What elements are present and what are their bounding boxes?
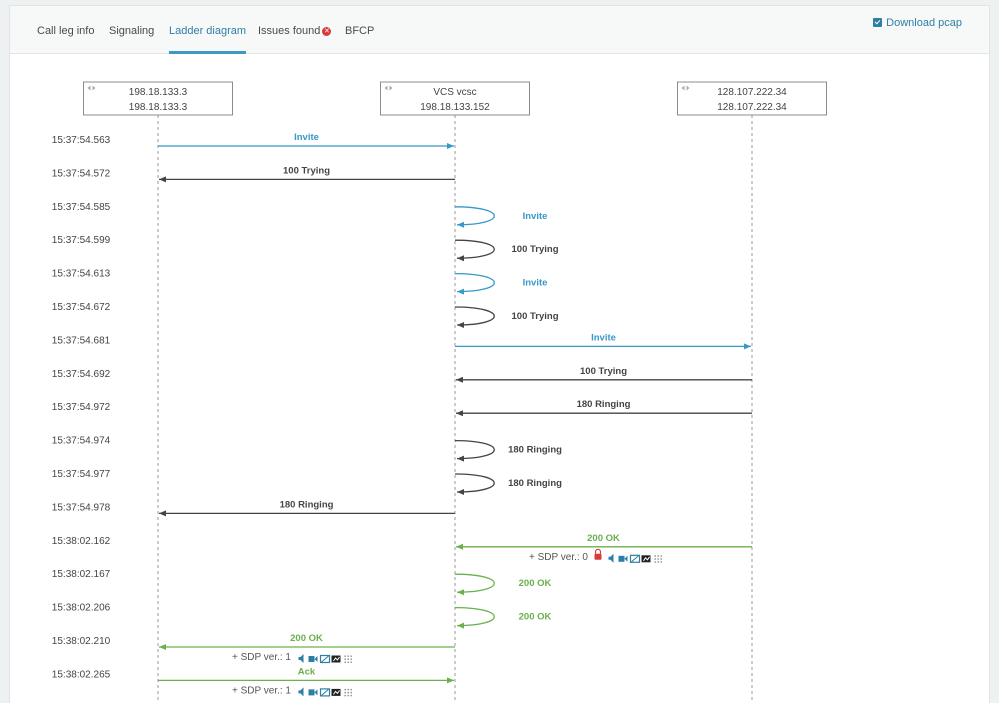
message-label: 100 Trying xyxy=(283,165,330,176)
self-message-arrow[interactable] xyxy=(454,573,495,596)
message-timestamp: 15:38:02.206 xyxy=(52,603,111,614)
screen-share-icon-slash xyxy=(321,655,329,663)
message-timestamp: 15:38:02.167 xyxy=(52,569,111,580)
download-pcap-link[interactable]: Download pcap xyxy=(873,17,962,29)
message-timestamp: 15:37:54.613 xyxy=(52,269,111,280)
message-timestamp: 15:38:02.265 xyxy=(52,669,111,680)
message-label: 200 OK xyxy=(290,633,323,644)
message-label: 100 Trying xyxy=(512,311,559,322)
endpoint-address: 198.18.133.3 xyxy=(129,102,188,113)
tab-signaling[interactable]: Signaling xyxy=(109,6,154,53)
message-timestamp: 15:37:54.977 xyxy=(52,469,111,480)
video-icon-lens xyxy=(624,555,628,562)
message-label: 180 Ringing xyxy=(508,445,562,456)
message-label: 100 Trying xyxy=(512,244,559,255)
self-message-arrow[interactable] xyxy=(454,206,495,228)
message-timestamp: 15:37:54.978 xyxy=(52,502,111,513)
download-icon xyxy=(873,18,883,27)
message-timestamp: 15:37:54.585 xyxy=(52,202,111,213)
tab-label: BFCP xyxy=(345,25,375,37)
lock-icon xyxy=(594,553,602,560)
endpoint-name: VCS vcsc xyxy=(433,87,476,98)
grid-icon xyxy=(654,555,662,563)
message-label: Invite xyxy=(523,278,548,289)
lock-icon-shackle xyxy=(594,548,602,554)
tab-bar: Call leg info Signaling Ladder diagram I… xyxy=(10,6,989,54)
message-label: 180 Ringing xyxy=(280,499,334,510)
tab-bfcp[interactable]: BFCP xyxy=(345,6,374,53)
audio-icon xyxy=(298,654,304,663)
message-label: 200 OK xyxy=(587,533,620,544)
tab-label: Signaling xyxy=(109,25,155,37)
message-label: Invite xyxy=(523,211,548,222)
self-message-arrow[interactable] xyxy=(454,439,495,462)
audio-icon xyxy=(298,687,304,697)
sdp-version-toggle[interactable]: + SDP ver.: 0 xyxy=(529,552,588,563)
message-timestamp: 15:37:54.599 xyxy=(52,235,111,246)
video-icon xyxy=(308,656,315,662)
sdp-version-toggle[interactable]: + SDP ver.: 1 xyxy=(232,685,291,696)
error-x-icon: ✕ xyxy=(322,27,332,36)
sdp-version-toggle[interactable]: + SDP ver.: 1 xyxy=(232,652,291,663)
self-message-arrow[interactable] xyxy=(454,473,495,495)
screen-share-icon-slash xyxy=(631,555,639,563)
message-timestamp: 15:37:54.572 xyxy=(52,168,111,179)
message-label: 100 Trying xyxy=(580,366,627,377)
tab-call-leg-info[interactable]: Call leg info xyxy=(37,6,94,53)
message-label: Ack xyxy=(298,666,316,677)
tab-label: Issues found xyxy=(258,25,321,37)
message-timestamp: 15:37:54.692 xyxy=(52,369,111,380)
message-label: Invite xyxy=(591,332,616,343)
screen-share-icon-slash xyxy=(321,689,329,696)
video-icon xyxy=(308,689,315,696)
video-icon-lens xyxy=(314,689,318,696)
message-timestamp: 15:38:02.162 xyxy=(52,536,111,547)
self-message-arrow[interactable] xyxy=(454,239,495,262)
message-timestamp: 15:37:54.672 xyxy=(52,302,111,313)
tab-label: Call leg info xyxy=(37,25,95,37)
message-timestamp: 15:37:54.563 xyxy=(52,135,111,146)
message-label: 200 OK xyxy=(519,578,552,589)
video-icon xyxy=(618,555,625,562)
download-label: Download pcap xyxy=(886,17,962,29)
tab-issues-found[interactable]: Issues found ✕ xyxy=(258,6,332,53)
message-label: 200 OK xyxy=(519,612,552,623)
message-label: 180 Ringing xyxy=(577,399,631,410)
video-icon-lens xyxy=(314,656,318,662)
message-label: Invite xyxy=(294,132,319,143)
call-detail-panel: Call leg info Signaling Ladder diagram I… xyxy=(9,5,990,703)
message-timestamp: 15:37:54.681 xyxy=(52,335,111,346)
endpoint-name: 128.107.222.34 xyxy=(717,87,787,98)
grid-icon xyxy=(344,688,352,697)
audio-icon xyxy=(608,553,614,563)
endpoint-name: 198.18.133.3 xyxy=(129,87,188,98)
endpoint-address: 198.18.133.152 xyxy=(420,102,490,113)
endpoint-address: 128.107.222.34 xyxy=(717,102,787,113)
ladder-diagram: 198.18.133.3 198.18.133.3 VCS vcsc 198.18.1… xyxy=(52,81,827,703)
tab-ladder-diagram[interactable]: Ladder diagram xyxy=(169,6,247,54)
tab-label: Ladder diagram xyxy=(169,25,247,37)
self-message-arrow[interactable] xyxy=(454,272,495,295)
message-timestamp: 15:37:54.974 xyxy=(52,436,111,447)
message-timestamp: 15:38:02.210 xyxy=(52,636,111,647)
grid-icon xyxy=(344,655,352,663)
message-label: 180 Ringing xyxy=(508,478,562,489)
self-message-arrow[interactable] xyxy=(454,306,495,328)
self-message-arrow[interactable] xyxy=(454,606,495,629)
message-timestamp: 15:37:54.972 xyxy=(52,402,111,413)
